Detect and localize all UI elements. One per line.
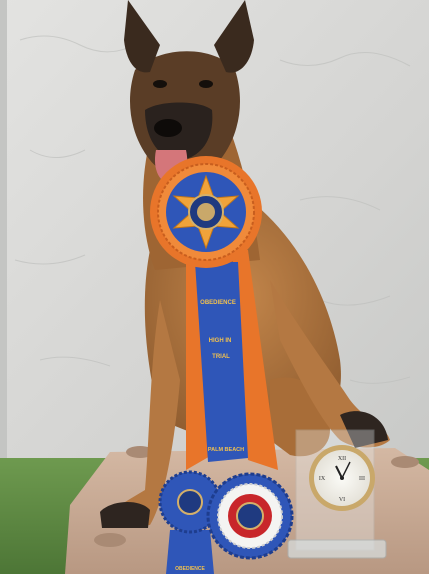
tray-cup-bottom [94, 533, 126, 547]
blue-rosette-label: OBEDIENCE [175, 566, 205, 572]
ribbon-text-line1: OBEDIENCE [200, 300, 236, 306]
photo-canvas: OBEDIENCE HIGH IN TRIAL PALM BEACH OBEDI… [0, 0, 429, 574]
photo: OBEDIENCE HIGH IN TRIAL PALM BEACH OBEDI… [0, 0, 429, 574]
dog-nose [154, 119, 182, 137]
wall-edge [0, 0, 7, 468]
clock-base [287, 539, 387, 559]
red-white-blue-rosette [206, 472, 294, 560]
rosette-center-emblem [197, 203, 215, 221]
clock-numeral-12: XII [338, 456, 346, 462]
clock-numeral-6: VI [339, 497, 345, 503]
ribbon-text-line3: TRIAL [212, 354, 230, 360]
dog-right-eye [199, 80, 213, 88]
rwb-rosette-center [236, 502, 264, 530]
clock-numeral-3: III [359, 476, 365, 482]
ribbon-text-line4: PALM BEACH [208, 447, 244, 453]
blue-rosette-center [177, 489, 203, 515]
clock-numeral-9: IX [319, 476, 326, 482]
ribbon-text-line2: HIGH IN [209, 338, 232, 344]
dog-left-eye [153, 80, 167, 88]
clock-trophy: XII III VI IX [287, 429, 387, 559]
tray-cup-right [391, 456, 419, 468]
clock-pivot [340, 476, 344, 480]
